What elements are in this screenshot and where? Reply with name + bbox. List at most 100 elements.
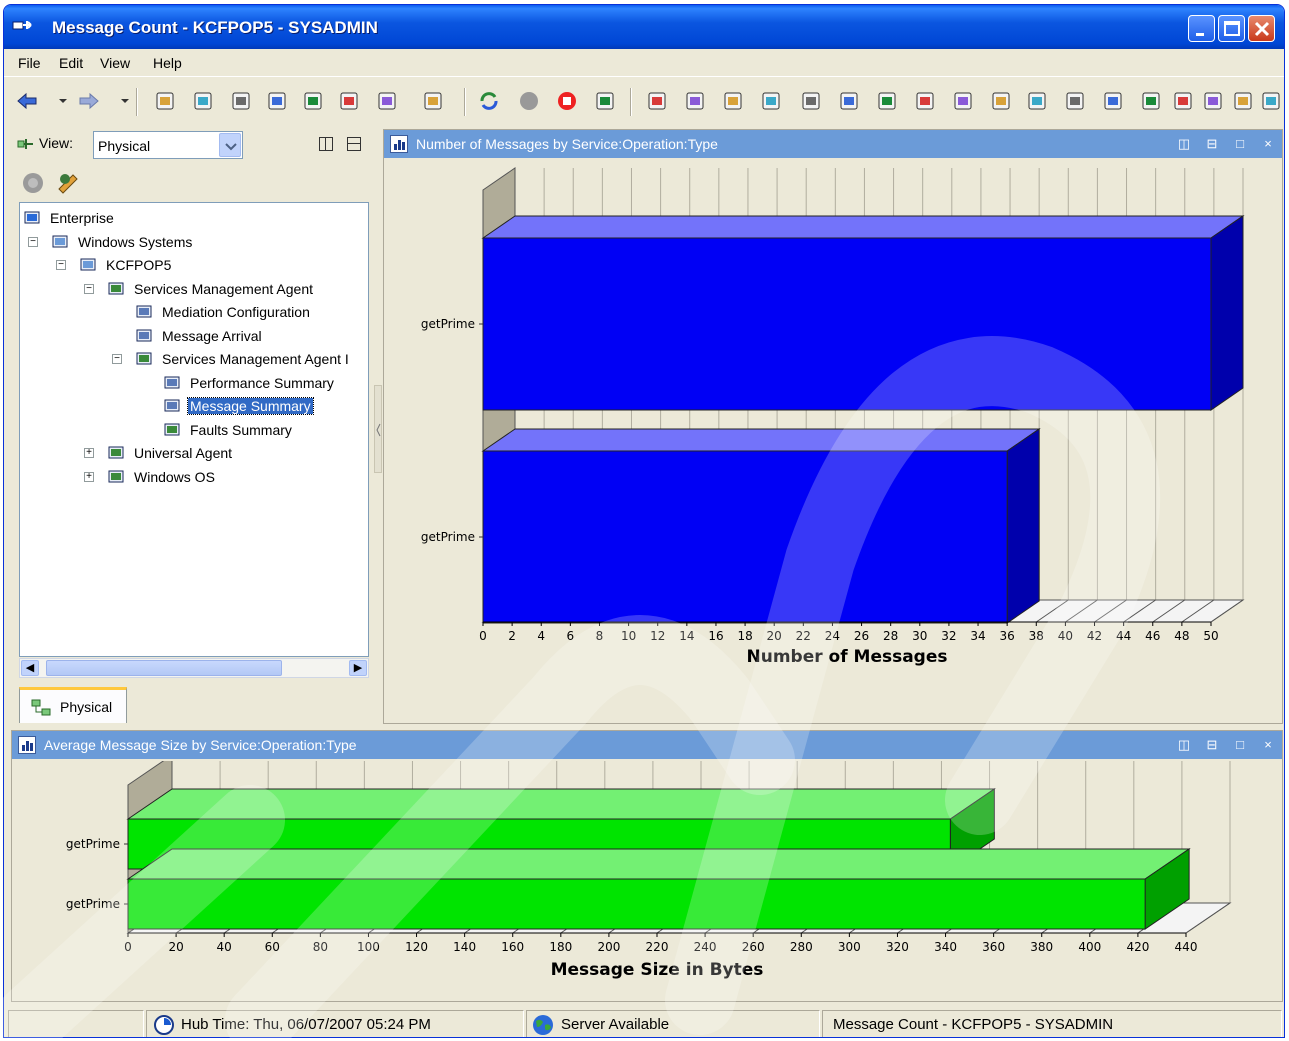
x-tick-label: 40 <box>217 940 232 954</box>
view-select[interactable]: Physical <box>93 131 243 159</box>
collapse-icon[interactable]: − <box>28 236 38 247</box>
tree-item-label: Windows Systems <box>78 233 193 250</box>
menu-edit[interactable]: Edit <box>59 55 83 71</box>
x-tick-label: 34 <box>970 629 985 643</box>
menu-help[interactable]: Help <box>153 55 182 71</box>
tab-physical[interactable]: Physical <box>19 687 127 723</box>
x-tick-label: 8 <box>596 629 604 643</box>
link-icon[interactable] <box>302 90 324 112</box>
collapse-icon[interactable]: − <box>84 283 94 294</box>
plot-chart-icon[interactable] <box>646 90 668 112</box>
tree-scrollbar[interactable]: ◀ ▶ <box>19 658 369 678</box>
graphic-view-icon[interactable] <box>1140 90 1162 112</box>
x-tick-label: 20 <box>168 940 183 954</box>
x-tick-label: 50 <box>1203 629 1218 643</box>
properties-icon[interactable] <box>230 90 252 112</box>
chevron-down-icon[interactable] <box>219 133 241 157</box>
find-icon[interactable] <box>376 90 398 112</box>
x-tick-label: 400 <box>1078 940 1101 954</box>
browser-icon[interactable] <box>1102 90 1124 112</box>
save-icon[interactable] <box>192 90 214 112</box>
refresh-icon[interactable] <box>478 90 500 112</box>
menu-view[interactable]: View <box>100 55 130 71</box>
tree-item-label: Message Arrival <box>162 327 262 344</box>
x-tick-label: 42 <box>1087 629 1102 643</box>
status-hub-time: Hub Time: Thu, 06/07/2007 05:24 PM <box>146 1010 524 1037</box>
close-button[interactable] <box>1248 15 1275 42</box>
workspace-icon <box>164 399 180 412</box>
back-icon[interactable] <box>16 90 38 112</box>
maximize-panel-icon[interactable]: □ <box>1232 136 1248 152</box>
edit-navigator-icon[interactable] <box>55 169 81 195</box>
x-tick-label: 48 <box>1174 629 1189 643</box>
maximize-button[interactable] <box>1218 15 1245 42</box>
event-console-icon[interactable] <box>952 90 974 112</box>
toolbar <box>4 78 1284 124</box>
x-tick-label: 160 <box>501 940 524 954</box>
host-icon <box>80 258 96 271</box>
pie-chart-icon[interactable] <box>722 90 744 112</box>
x-tick-label: 340 <box>934 940 957 954</box>
forward-dropdown-icon[interactable] <box>114 90 136 112</box>
pane-splitter[interactable] <box>374 385 382 473</box>
x-tick-label: 320 <box>886 940 909 954</box>
forward-icon[interactable] <box>78 90 100 112</box>
bar-side <box>1210 215 1244 411</box>
back-dropdown-icon[interactable] <box>52 90 74 112</box>
navigator-icon[interactable] <box>338 90 360 112</box>
menu-file[interactable]: File <box>18 55 41 71</box>
topology-icon[interactable] <box>1202 90 1224 112</box>
message-log-icon[interactable] <box>990 90 1012 112</box>
x-tick-label: 18 <box>737 629 752 643</box>
pause-icon[interactable] <box>518 90 540 112</box>
message-count-panel: Number of Messages by Service:Operation:… <box>383 129 1283 724</box>
line-chart-icon[interactable] <box>800 90 822 112</box>
scroll-left-icon[interactable]: ◀ <box>21 660 39 676</box>
situation-icon[interactable] <box>1232 90 1254 112</box>
x-tick-label: 32 <box>941 629 956 643</box>
x-tick-label: 260 <box>742 940 765 954</box>
split-horizontal-icon[interactable]: ⊟ <box>1204 737 1220 753</box>
gauge-icon[interactable] <box>838 90 860 112</box>
scroll-right-icon[interactable]: ▶ <box>349 660 367 676</box>
split-vertical-icon[interactable]: ◫ <box>1176 737 1192 753</box>
panel-title: Average Message Size by Service:Operatio… <box>44 737 357 753</box>
maximize-panel-icon[interactable]: □ <box>1232 737 1248 753</box>
expand-icon[interactable]: + <box>84 448 94 458</box>
x-tick-label: 80 <box>313 940 328 954</box>
title-bar[interactable]: Message Count - KCFPOP5 - SYSADMIN <box>4 5 1284 49</box>
navigator-panel: View: Physical Enterprise Windows Systems… <box>13 125 371 723</box>
x-tick-label: 38 <box>1029 629 1044 643</box>
stop-icon[interactable] <box>556 90 578 112</box>
minimize-button[interactable] <box>1188 15 1215 42</box>
terminal-icon[interactable] <box>1026 90 1048 112</box>
bar-chart-icon <box>390 135 408 153</box>
collapse-icon[interactable]: − <box>56 260 66 270</box>
x-tick-label: 360 <box>982 940 1005 954</box>
edge-icon[interactable] <box>1172 90 1194 112</box>
tree-item-label: Universal Agent <box>134 445 233 461</box>
x-tick-label: 0 <box>479 629 487 643</box>
notepad-icon[interactable] <box>914 90 936 112</box>
tree-icon[interactable] <box>1260 90 1282 112</box>
expand-icon[interactable]: + <box>84 471 94 482</box>
close-panel-icon[interactable]: × <box>1260 136 1276 152</box>
split-horizontal-icon[interactable]: ⊟ <box>1204 136 1220 152</box>
split-horizontal-icon[interactable] <box>347 137 361 151</box>
collapse-icon[interactable]: − <box>112 354 122 364</box>
new-workspace-icon[interactable] <box>154 90 176 112</box>
table-icon[interactable] <box>684 90 706 112</box>
take-action-icon[interactable] <box>1064 90 1086 112</box>
stop-navigator-icon[interactable] <box>21 171 45 195</box>
scroll-thumb[interactable] <box>46 660 282 676</box>
history-icon[interactable] <box>266 90 288 112</box>
split-vertical-icon[interactable] <box>319 137 333 151</box>
split-vertical-icon[interactable]: ◫ <box>1176 136 1192 152</box>
x-tick-label: 420 <box>1126 940 1149 954</box>
circular-gauge-icon[interactable] <box>876 90 898 112</box>
sound-icon[interactable] <box>594 90 616 112</box>
bar-chart-icon[interactable] <box>760 90 782 112</box>
help-icon[interactable] <box>422 90 444 112</box>
tree-item-label: Performance Summary <box>190 374 334 391</box>
close-panel-icon[interactable]: × <box>1260 737 1276 753</box>
